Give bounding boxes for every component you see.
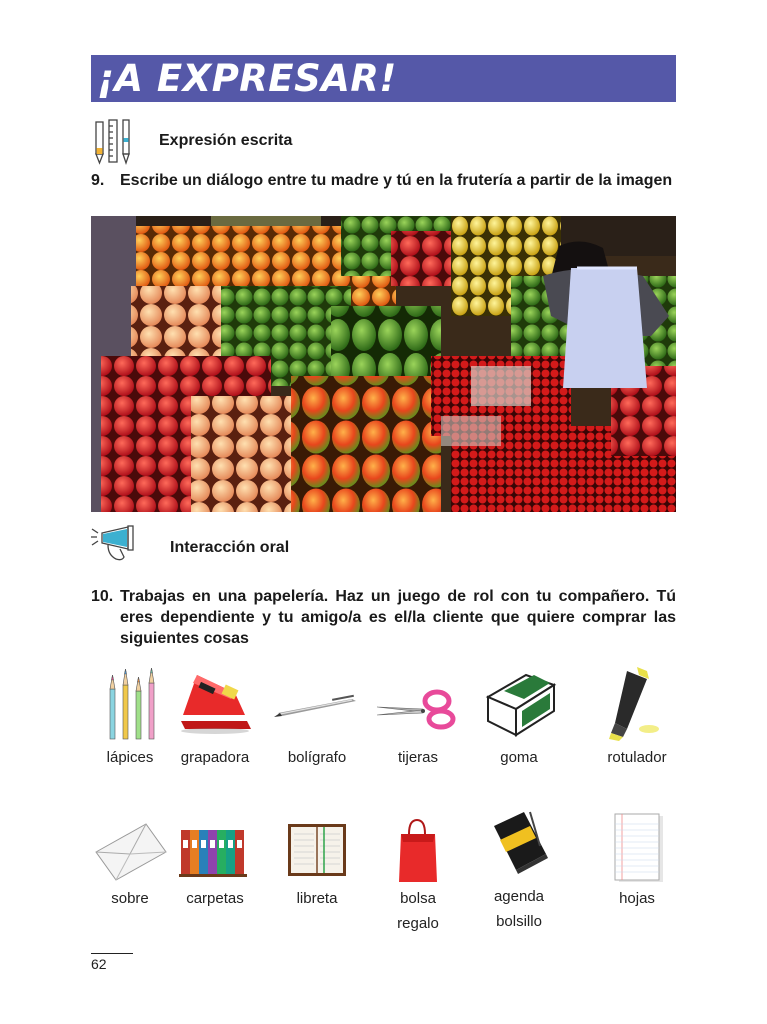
section-label-oral: Interacción oral xyxy=(170,539,290,556)
title-banner: ¡A EXPRESAR! xyxy=(91,55,676,102)
colored-pencils-icon xyxy=(109,667,155,740)
gift-bag-icon xyxy=(399,818,437,882)
item-label: bolígrafo xyxy=(287,749,347,766)
item-label: rotulador xyxy=(607,749,667,766)
item-label: goma xyxy=(500,749,538,766)
section-label-writing: Expresión escrita xyxy=(159,132,293,149)
item-rotulador: rotulador xyxy=(582,663,692,770)
pencils-icon xyxy=(95,119,130,166)
exercise-number-10: 10. xyxy=(91,588,114,605)
item-boligrafo: bolígrafo xyxy=(262,663,372,770)
item-label: tijeras xyxy=(397,749,438,766)
item-bolsa-regalo: bolsa regalo xyxy=(363,812,473,936)
scissors-icon xyxy=(376,689,456,730)
binders-icon xyxy=(179,830,247,877)
item-goma: goma xyxy=(464,663,574,770)
eraser-icon xyxy=(485,673,557,737)
fruit-market-photo xyxy=(91,216,676,512)
notebook-icon xyxy=(288,824,346,876)
pen-icon xyxy=(274,694,356,717)
exercise-text-10: 10. Trabajas en una papelería. Haz un jue… xyxy=(91,586,676,649)
item-label: grapadora xyxy=(180,749,250,766)
page-title: ¡A EXPRESAR! xyxy=(97,57,397,100)
item-label-line1: bolsa xyxy=(400,890,436,907)
paper-sheets-icon xyxy=(614,813,663,882)
page-number: 62 xyxy=(91,956,107,972)
exercise-body-10: Trabajas en una papelería. Haz un juego … xyxy=(120,588,676,647)
envelope-icon xyxy=(95,823,167,881)
item-hojas: hojas xyxy=(582,812,692,911)
item-grapadora: grapadora xyxy=(160,663,270,770)
exercise-number-9: 9. xyxy=(91,172,105,189)
item-label: carpetas xyxy=(186,890,244,907)
item-label-line2: bolsillo xyxy=(496,913,542,930)
item-label: hojas xyxy=(619,890,655,907)
stapler-icon xyxy=(181,675,251,734)
item-label-line2: regalo xyxy=(397,915,439,932)
item-tijeras: tijeras xyxy=(363,663,473,770)
item-label-line1: agenda xyxy=(493,888,545,905)
item-label: libreta xyxy=(296,890,338,907)
megaphone-icon xyxy=(91,525,134,561)
item-agenda-bolsillo: agenda bolsillo xyxy=(464,806,574,934)
footer-rule xyxy=(91,953,133,954)
pocket-agenda-icon xyxy=(494,811,548,874)
item-libreta: libreta xyxy=(262,812,372,911)
highlighter-icon xyxy=(609,667,659,741)
exercise-text-9: Escribe un diálogo entre tu madre y tú e… xyxy=(120,172,673,189)
item-carpetas: carpetas xyxy=(160,812,270,911)
